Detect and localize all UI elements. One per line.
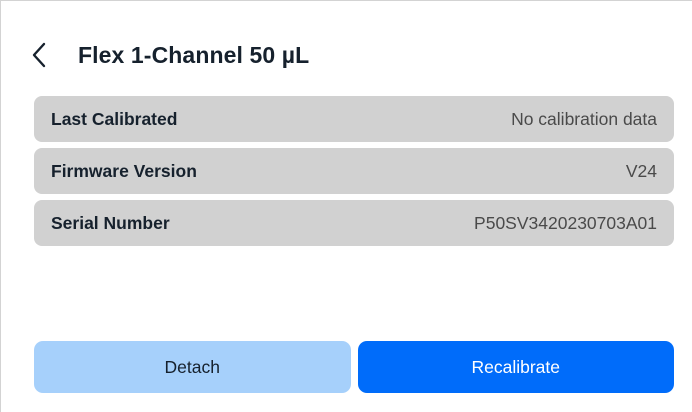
serial-number-row: Serial Number P50SV3420230703A01 <box>34 200 674 246</box>
firmware-version-label: Firmware Version <box>51 160 197 181</box>
recalibrate-button[interactable]: Recalibrate <box>357 341 674 393</box>
detach-button[interactable]: Detach <box>34 341 351 393</box>
last-calibrated-row: Last Calibrated No calibration data <box>34 96 674 142</box>
pipette-info-list: Last Calibrated No calibration data Firm… <box>34 96 674 252</box>
pipette-detail-screen: Flex 1-Channel 50 µL Last Calibrated No … <box>0 0 692 412</box>
firmware-version-row: Firmware Version V24 <box>34 148 674 194</box>
action-buttons: Detach Recalibrate <box>34 341 674 393</box>
header: Flex 1-Channel 50 µL <box>32 35 309 75</box>
page-title: Flex 1-Channel 50 µL <box>78 41 310 68</box>
serial-number-value: P50SV3420230703A01 <box>474 212 657 233</box>
back-button[interactable] <box>32 35 56 75</box>
last-calibrated-label: Last Calibrated <box>51 108 178 129</box>
serial-number-label: Serial Number <box>51 212 170 233</box>
chevron-left-icon <box>32 42 46 68</box>
firmware-version-value: V24 <box>625 160 657 181</box>
last-calibrated-value: No calibration data <box>511 108 657 129</box>
